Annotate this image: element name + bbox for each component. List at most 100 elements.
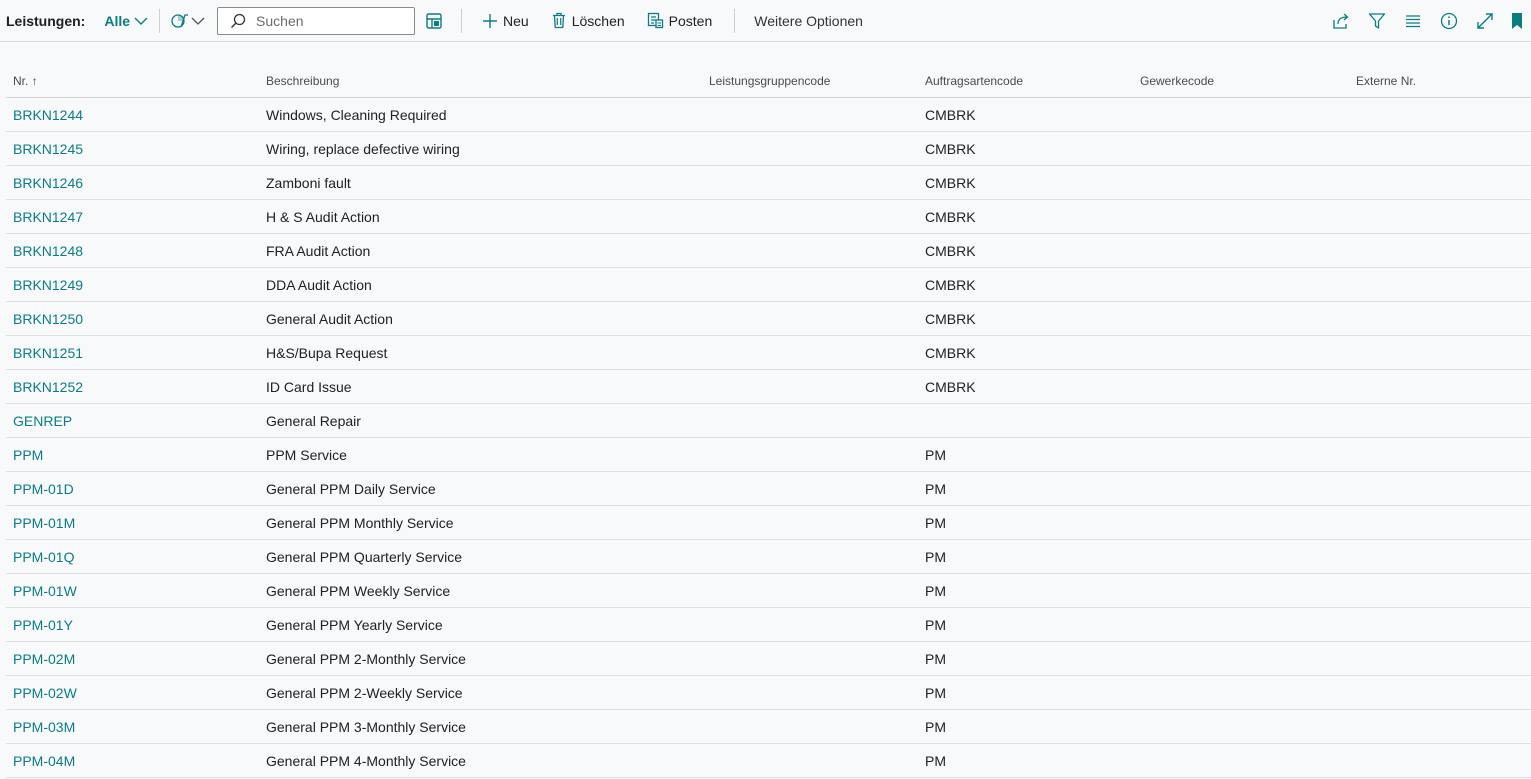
table-row[interactable]: BRKN1250 General Audit Action CMBRK bbox=[6, 302, 1531, 336]
cell-no[interactable]: PPM-04M bbox=[13, 753, 75, 769]
column-header-group-code[interactable]: Leistungsgruppencode bbox=[709, 74, 830, 88]
cell-no[interactable]: PPM-01M bbox=[13, 515, 75, 531]
cell-description: Zamboni fault bbox=[266, 174, 351, 191]
table-row[interactable]: BRKN1248 FRA Audit Action CMBRK bbox=[6, 234, 1531, 268]
cell-no[interactable]: BRKN1251 bbox=[13, 345, 83, 361]
cell-no[interactable]: BRKN1252 bbox=[13, 379, 83, 395]
cell-no[interactable]: PPM bbox=[13, 447, 43, 463]
table-row[interactable]: BRKN1246 Zamboni fault CMBRK bbox=[6, 166, 1531, 200]
cell-no[interactable]: PPM-01D bbox=[13, 481, 74, 497]
cell-no[interactable]: BRKN1244 bbox=[13, 107, 83, 123]
cell-order-type-code: CMBRK bbox=[925, 140, 976, 157]
cell-no[interactable]: BRKN1250 bbox=[13, 311, 83, 327]
info-icon bbox=[1440, 12, 1458, 30]
cell-description: General Audit Action bbox=[266, 310, 393, 327]
table-row[interactable]: BRKN1245 Wiring, replace defective wiring… bbox=[6, 132, 1531, 166]
cell-no[interactable]: BRKN1247 bbox=[13, 209, 83, 225]
cell-order-type-code: CMBRK bbox=[925, 276, 976, 293]
column-header-external-no[interactable]: Externe Nr. bbox=[1356, 74, 1416, 88]
cell-no[interactable]: PPM-02M bbox=[13, 651, 75, 667]
column-header-no[interactable]: Nr. ↑ bbox=[13, 74, 38, 88]
cell-order-type-code: PM bbox=[925, 480, 946, 497]
cell-order-type-code: CMBRK bbox=[925, 106, 976, 123]
table-row[interactable]: PPM PPM Service PM bbox=[6, 438, 1531, 472]
list-view-button[interactable] bbox=[1395, 12, 1431, 30]
search-field[interactable] bbox=[217, 6, 416, 35]
table-row[interactable]: PPM-01M General PPM Monthly Service PM bbox=[6, 506, 1531, 540]
cell-order-type-code: CMBRK bbox=[925, 310, 976, 327]
cell-description: DDA Audit Action bbox=[266, 276, 372, 293]
table-row[interactable]: PPM-02W General PPM 2-Weekly Service PM bbox=[6, 676, 1531, 710]
services-list: Nr. ↑ Beschreibung Leistungsgruppencode … bbox=[6, 64, 1531, 778]
cell-description: General PPM Quarterly Service bbox=[266, 548, 463, 565]
post-button[interactable]: Posten bbox=[647, 12, 712, 29]
list-header: Nr. ↑ Beschreibung Leistungsgruppencode … bbox=[6, 64, 1531, 98]
cell-no[interactable]: PPM-01W bbox=[13, 583, 77, 599]
cell-order-type-code: PM bbox=[925, 752, 946, 769]
cell-description: General PPM Yearly Service bbox=[266, 616, 443, 633]
table-row[interactable]: PPM-01D General PPM Daily Service PM bbox=[6, 472, 1531, 506]
expand-icon bbox=[1477, 13, 1493, 29]
cell-description: General PPM Monthly Service bbox=[266, 514, 454, 531]
new-button-label: Neu bbox=[503, 12, 529, 29]
cell-no[interactable]: BRKN1248 bbox=[13, 243, 83, 259]
analysis-mode-button[interactable] bbox=[171, 12, 205, 30]
table-row[interactable]: BRKN1252 ID Card Issue CMBRK bbox=[6, 370, 1531, 404]
table-row[interactable]: PPM-01Q General PPM Quarterly Service PM bbox=[6, 540, 1531, 574]
cell-no[interactable]: PPM-01Y bbox=[13, 617, 73, 633]
cell-no[interactable]: GENREP bbox=[13, 413, 72, 429]
cell-description: General Repair bbox=[266, 412, 361, 429]
info-button[interactable] bbox=[1431, 12, 1467, 30]
search-input[interactable] bbox=[254, 11, 409, 30]
cell-description: General PPM 2-Weekly Service bbox=[266, 684, 463, 701]
layout-button[interactable] bbox=[425, 12, 443, 30]
filter-icon bbox=[1368, 13, 1386, 29]
cell-description: Wiring, replace defective wiring bbox=[266, 140, 460, 157]
column-header-order-type-code[interactable]: Auftragsartencode bbox=[925, 74, 1023, 88]
cell-description: General PPM 3-Monthly Service bbox=[266, 718, 466, 735]
table-row[interactable]: BRKN1247 H & S Audit Action CMBRK bbox=[6, 200, 1531, 234]
cell-description: General PPM Weekly Service bbox=[266, 582, 451, 599]
delete-button[interactable]: Löschen bbox=[551, 12, 625, 29]
cell-no[interactable]: PPM-03M bbox=[13, 719, 75, 735]
cell-description: Windows, Cleaning Required bbox=[266, 106, 447, 123]
table-row[interactable]: PPM-03M General PPM 3-Monthly Service PM bbox=[6, 710, 1531, 744]
share-button[interactable] bbox=[1323, 12, 1359, 30]
table-row[interactable]: BRKN1251 H&S/Bupa Request CMBRK bbox=[6, 336, 1531, 370]
more-options-button[interactable]: Weitere Optionen bbox=[754, 13, 863, 29]
table-row[interactable]: PPM-01Y General PPM Yearly Service PM bbox=[6, 608, 1531, 642]
new-button[interactable]: Neu bbox=[482, 13, 529, 29]
table-row[interactable]: BRKN1249 DDA Audit Action CMBRK bbox=[6, 268, 1531, 302]
cell-no[interactable]: PPM-02W bbox=[13, 685, 77, 701]
table-row[interactable]: BRKN1244 Windows, Cleaning Required CMBRK bbox=[6, 98, 1531, 132]
toolbar-divider bbox=[159, 8, 161, 33]
cell-description: General PPM Daily Service bbox=[266, 480, 436, 497]
toolbar-divider bbox=[734, 8, 736, 33]
cell-no[interactable]: PPM-01Q bbox=[13, 549, 74, 565]
column-header-description[interactable]: Beschreibung bbox=[266, 74, 339, 88]
post-icon bbox=[647, 12, 663, 29]
cell-order-type-code: PM bbox=[925, 616, 946, 633]
table-row[interactable]: GENREP General Repair bbox=[6, 404, 1531, 438]
table-row[interactable]: PPM-01W General PPM Weekly Service PM bbox=[6, 574, 1531, 608]
bookmark-button[interactable] bbox=[1503, 12, 1531, 30]
cell-order-type-code: PM bbox=[925, 514, 946, 531]
cell-no[interactable]: BRKN1245 bbox=[13, 141, 83, 157]
table-row[interactable]: PPM-02M General PPM 2-Monthly Service PM bbox=[6, 642, 1531, 676]
toolbar-divider bbox=[461, 8, 463, 33]
analysis-mode-icon bbox=[171, 13, 189, 28]
filter-button[interactable] bbox=[1359, 12, 1395, 30]
view-selector[interactable]: Alle bbox=[104, 13, 148, 29]
table-row[interactable]: PPM-04M General PPM 4-Monthly Service PM bbox=[6, 744, 1531, 778]
expand-button[interactable] bbox=[1467, 12, 1503, 30]
column-header-trade-code[interactable]: Gewerkecode bbox=[1140, 74, 1214, 88]
list-body: BRKN1244 Windows, Cleaning Required CMBRK B… bbox=[6, 98, 1531, 778]
cell-order-type-code: CMBRK bbox=[925, 378, 976, 395]
delete-button-label: Löschen bbox=[571, 12, 625, 29]
cell-no[interactable]: BRKN1246 bbox=[13, 175, 83, 191]
view-selector-label: Alle bbox=[104, 12, 131, 29]
cell-description: General PPM 4-Monthly Service bbox=[266, 752, 466, 769]
cell-order-type-code: CMBRK bbox=[925, 242, 976, 259]
cell-description: H&S/Bupa Request bbox=[266, 344, 388, 361]
cell-no[interactable]: BRKN1249 bbox=[13, 277, 83, 293]
